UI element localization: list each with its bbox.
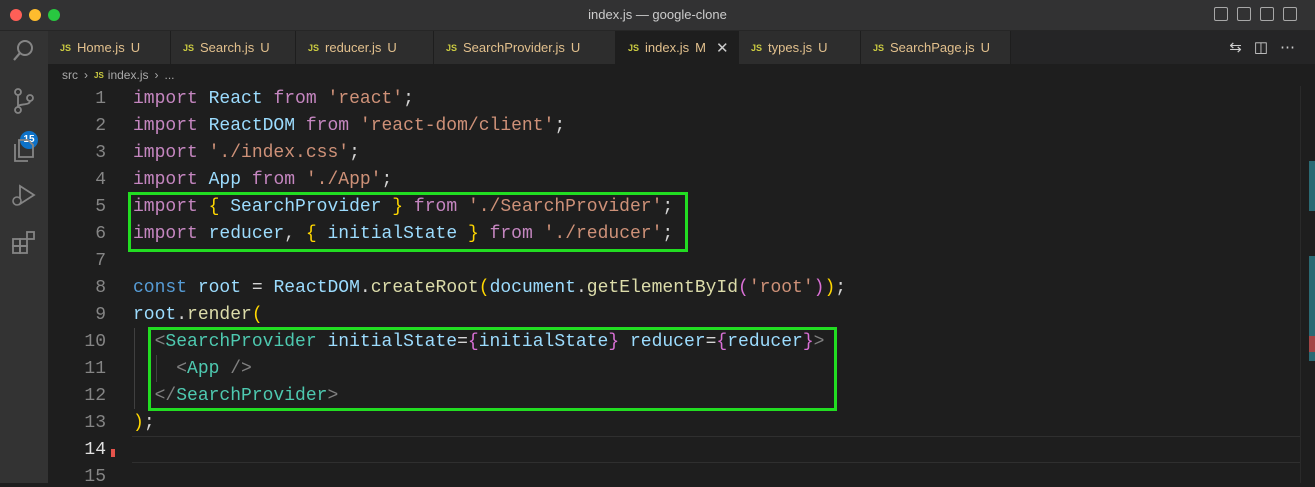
- code-line-9: root.render(: [133, 305, 263, 325]
- tab-search-js[interactable]: JS Search.js U: [171, 31, 296, 64]
- code-line-8: const root = ReactDOM.createRoot(documen…: [133, 278, 847, 298]
- tab-label: Home.js: [77, 40, 125, 55]
- editor-actions: ⇆ ◫ ⋯: [1229, 38, 1295, 56]
- title-bar: index.js — google-clone: [0, 0, 1315, 31]
- breadcrumb: src › JS index.js › ...: [48, 64, 1315, 86]
- tab-status: U: [387, 40, 397, 55]
- tab-status: U: [980, 40, 990, 55]
- run-debug-icon[interactable]: [10, 181, 38, 209]
- tab-label: SearchProvider.js: [463, 40, 565, 55]
- toggle-secondary-sidebar-icon[interactable]: [1260, 7, 1274, 21]
- js-file-icon: JS: [183, 42, 195, 53]
- line-number: 9: [95, 305, 106, 325]
- line-number: 11: [84, 359, 106, 379]
- code-line-4: import App from './App';: [133, 170, 393, 190]
- tab-reducer-js[interactable]: JS reducer.js U: [296, 31, 434, 64]
- line-number: 7: [95, 251, 106, 271]
- line-number: 6: [95, 224, 106, 244]
- line-number: 5: [95, 197, 106, 217]
- toggle-primary-sidebar-icon[interactable]: [1214, 7, 1228, 21]
- layout-controls: [1214, 7, 1297, 21]
- compare-icon[interactable]: ⇆: [1229, 38, 1242, 56]
- tab-status: U: [818, 40, 828, 55]
- tab-label: types.js: [768, 40, 813, 55]
- line-number: 2: [95, 116, 106, 136]
- line-number: 3: [95, 143, 106, 163]
- extensions-icon[interactable]: [10, 229, 38, 257]
- js-file-icon: JS: [446, 42, 458, 53]
- tab-status: U: [570, 40, 581, 55]
- js-file-icon: JS: [873, 42, 885, 53]
- modified-marker: [1309, 161, 1315, 211]
- js-file-icon: JS: [60, 42, 72, 53]
- js-file-icon: JS: [628, 42, 640, 53]
- source-control-icon[interactable]: [10, 87, 38, 115]
- split-editor-icon[interactable]: ◫: [1254, 38, 1268, 56]
- line-number: 12: [84, 386, 106, 406]
- breadcrumb-symbol[interactable]: ...: [164, 68, 174, 82]
- line-number: 15: [84, 467, 106, 487]
- more-icon[interactable]: ⋯: [1280, 38, 1295, 56]
- tab-label: reducer.js: [325, 40, 382, 55]
- code-line-1: import React from 'react';: [133, 89, 414, 109]
- deleted-marker: [1309, 336, 1315, 352]
- line-number-current: 14: [84, 440, 106, 460]
- line-number: 10: [84, 332, 106, 352]
- deleted-line-marker: [111, 449, 115, 457]
- chevron-right-icon: ›: [154, 68, 159, 82]
- highlight-box-provider: [148, 327, 837, 411]
- js-file-icon: JS: [94, 70, 104, 80]
- line-number: 8: [95, 278, 106, 298]
- tab-label: Search.js: [200, 40, 255, 55]
- activity-bar: 15: [0, 31, 48, 483]
- tab-home-js[interactable]: JS Home.js U: [48, 31, 171, 64]
- customize-layout-icon[interactable]: [1283, 7, 1297, 21]
- explorer-icon[interactable]: [10, 135, 38, 163]
- toggle-panel-icon[interactable]: [1237, 7, 1251, 21]
- tab-types-js[interactable]: JS types.js U: [739, 31, 861, 64]
- line-number: 13: [84, 413, 106, 433]
- breadcrumb-file[interactable]: index.js: [108, 68, 149, 82]
- tab-searchprovider-js[interactable]: JS SearchProvider.js U: [434, 31, 616, 64]
- line-number: 4: [95, 170, 106, 190]
- current-line-highlight: [132, 436, 1300, 463]
- code-line-3: import './index.css';: [133, 143, 360, 163]
- editor-scrollbar[interactable]: [1300, 86, 1315, 483]
- code-line-2: import ReactDOM from 'react-dom/client';: [133, 116, 566, 136]
- tab-label: SearchPage.js: [890, 40, 975, 55]
- tab-status: U: [260, 40, 270, 55]
- code-line-13: );: [133, 413, 155, 433]
- js-file-icon: JS: [751, 42, 763, 53]
- js-file-icon: JS: [308, 42, 320, 53]
- close-icon[interactable]: ✕: [716, 39, 729, 57]
- search-icon[interactable]: [10, 37, 38, 65]
- tab-status: M: [695, 40, 706, 55]
- tab-index-js[interactable]: JS index.js M ✕: [616, 31, 739, 64]
- tab-label: index.js: [645, 40, 690, 55]
- chevron-right-icon: ›: [84, 68, 88, 82]
- editor-tabs: JS Home.js U JS Search.js U JS reducer.j…: [48, 31, 1315, 64]
- code-editor[interactable]: 1 2 3 4 5 6 7 8 9 10 11 12 13 14 15 impo…: [48, 86, 1300, 487]
- tab-searchpage-js[interactable]: JS SearchPage.js U: [861, 31, 1011, 64]
- line-number: 1: [95, 89, 106, 109]
- breadcrumb-folder[interactable]: src: [62, 68, 78, 82]
- highlight-box-imports: [128, 192, 688, 252]
- tab-status: U: [130, 40, 141, 55]
- window-title: index.js — google-clone: [588, 7, 727, 22]
